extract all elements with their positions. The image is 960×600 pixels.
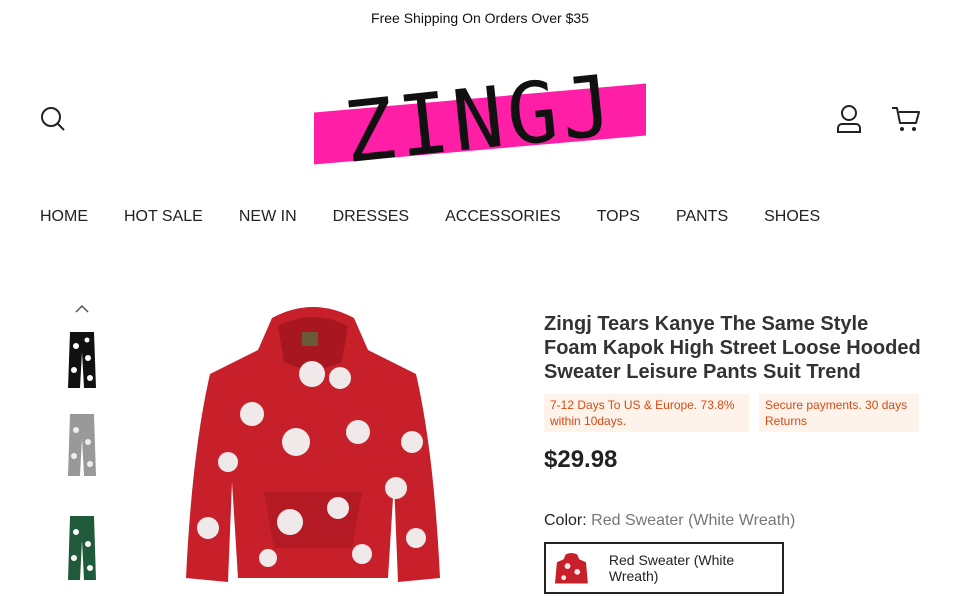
product-title: Zingj Tears Kanye The Same Style Foam Ka… (544, 313, 921, 383)
nav-item-tops[interactable]: TOPS (597, 206, 640, 228)
thumbnail-green-pants[interactable] (56, 512, 108, 584)
nav-item-new-in[interactable]: NEW IN (239, 206, 297, 228)
color-option-red-sweater[interactable]: Red Sweater (White Wreath) (544, 542, 784, 594)
user-icon (837, 105, 861, 133)
nav-item-pants[interactable]: PANTS (676, 206, 728, 228)
logo-text: ZINGJ (339, 56, 621, 182)
swatch-label: Red Sweater (White Wreath) (608, 552, 735, 584)
thumbnail-grey-pants[interactable] (56, 408, 108, 480)
thumbnail-black-pants[interactable] (56, 318, 108, 390)
search-icon (41, 107, 65, 131)
swatch-thumbnail (554, 552, 588, 584)
main-nav: HOME HOT SALE NEW IN DRESSES ACCESSORIES… (40, 206, 856, 228)
store-logo[interactable]: ZINGJ (312, 56, 648, 182)
product-main-image[interactable] (172, 302, 454, 592)
product-info: Zingj Tears Kanye The Same Style Foam Ka… (544, 312, 924, 600)
cart-icon (892, 107, 920, 131)
nav-item-hot-sale[interactable]: HOT SALE (124, 206, 203, 228)
announcement-bar: Free Shipping On Orders Over $35 (371, 10, 589, 26)
nav-item-dresses[interactable]: DRESSES (333, 206, 409, 228)
color-selector-label: Color: Red Sweater (White Wreath) (544, 512, 924, 530)
cart-button[interactable] (888, 102, 924, 136)
product-price: $29.98 (544, 446, 618, 473)
nav-item-home[interactable]: HOME (40, 206, 88, 228)
color-value: Red Sweater (White Wreath) (591, 512, 796, 529)
nav-item-accessories[interactable]: ACCESSORIES (445, 206, 561, 228)
pants-image (68, 332, 96, 388)
trust-badges: 7-12 Days To US & Europe. 73.8% within 1… (544, 394, 924, 432)
chevron-up-icon (75, 304, 89, 313)
search-button[interactable] (36, 102, 70, 136)
pants-image (68, 414, 96, 476)
color-label: Color: (544, 512, 587, 529)
gallery-scroll-up[interactable] (72, 300, 92, 318)
hoodie-image (186, 307, 440, 582)
payment-badge: Secure payments. 30 days Returns (759, 394, 919, 432)
pants-image (68, 516, 96, 580)
account-button[interactable] (832, 102, 866, 136)
shipping-badge: 7-12 Days To US & Europe. 73.8% within 1… (544, 394, 749, 432)
nav-item-shoes[interactable]: SHOES (764, 206, 820, 228)
